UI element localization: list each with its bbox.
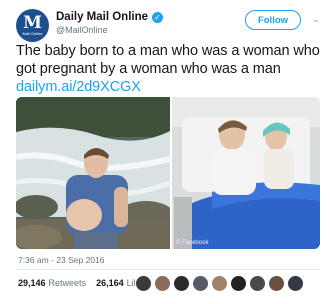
retweets-label[interactable]: Retweets bbox=[49, 278, 87, 288]
retweets-count[interactable]: 29,146 bbox=[18, 278, 46, 288]
author-avatar[interactable]: M Mail Online bbox=[16, 9, 49, 42]
photo-river[interactable] bbox=[16, 97, 170, 249]
liker-avatar[interactable] bbox=[230, 275, 247, 292]
liker-avatar[interactable] bbox=[287, 275, 304, 292]
liker-avatar[interactable] bbox=[135, 275, 152, 292]
avatar-logo-letter: M bbox=[23, 13, 42, 33]
verified-badge-icon: ✓ bbox=[152, 11, 164, 23]
tweet-photos: © Facebook bbox=[16, 97, 320, 249]
author-display-name[interactable]: Daily Mail Online bbox=[56, 11, 148, 23]
liker-avatar[interactable] bbox=[268, 275, 285, 292]
photo-hospital[interactable]: © Facebook bbox=[172, 97, 320, 249]
liker-avatar[interactable] bbox=[154, 275, 171, 292]
tweet-timestamp[interactable]: 7:36 am - 23 Sep 2016 bbox=[18, 255, 104, 265]
chevron-down-icon[interactable]: ⌄ bbox=[312, 14, 320, 25]
tweet-link[interactable]: dailym.ai/2d9XCGX bbox=[16, 79, 141, 95]
tweet-text: The baby born to a man who was a woman w… bbox=[16, 42, 321, 96]
liker-avatar[interactable] bbox=[249, 275, 266, 292]
author-name-row: Daily Mail Online ✓ bbox=[56, 11, 164, 23]
avatar-logo-subtext: Mail Online bbox=[22, 31, 43, 36]
author-handle[interactable]: @MailOnline bbox=[56, 25, 108, 35]
liker-avatar[interactable] bbox=[211, 275, 228, 292]
follow-button[interactable]: Follow bbox=[245, 10, 301, 30]
likes-count[interactable]: 26,164 bbox=[96, 278, 124, 288]
likers-avatars bbox=[135, 275, 306, 292]
divider bbox=[16, 269, 320, 270]
liker-avatar[interactable] bbox=[173, 275, 190, 292]
photo-credit: © Facebook bbox=[176, 240, 209, 246]
tweet-body: The baby born to a man who was a woman w… bbox=[16, 43, 320, 77]
liker-avatar[interactable] bbox=[192, 275, 209, 292]
